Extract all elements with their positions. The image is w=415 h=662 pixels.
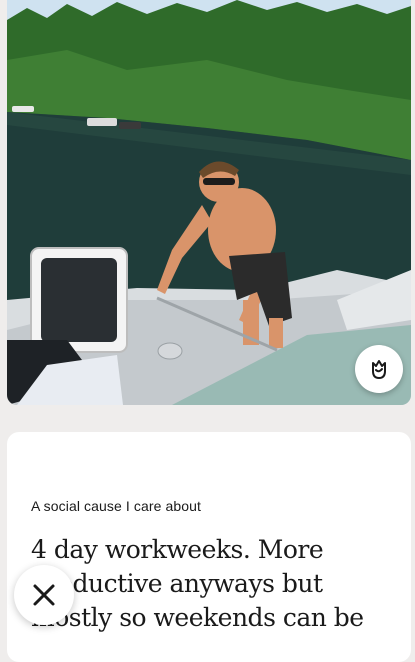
profile-photo[interactable] bbox=[7, 0, 411, 405]
prompt-question: A social cause I care about bbox=[31, 498, 202, 514]
rose-icon bbox=[372, 360, 386, 379]
skip-button[interactable] bbox=[14, 565, 74, 625]
photo-scene bbox=[7, 0, 411, 405]
prompt-card: A social cause I care about 4 day workwe… bbox=[7, 432, 411, 662]
prompt-answer: 4 day workweeks. More productive anyways… bbox=[31, 535, 364, 632]
close-icon bbox=[33, 584, 55, 606]
rose-button[interactable] bbox=[355, 345, 403, 393]
